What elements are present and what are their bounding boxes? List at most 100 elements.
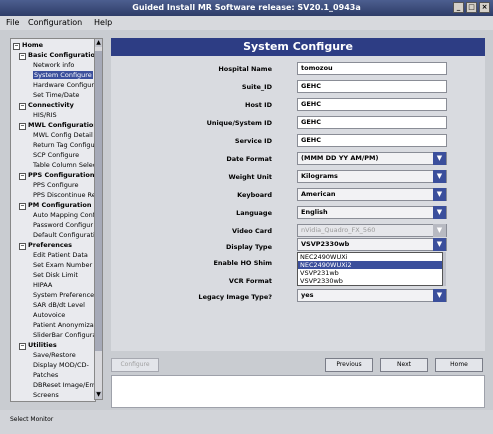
tree-item[interactable]: MWL Config Detail <box>25 130 93 140</box>
status-bar: Select Monitor <box>0 410 493 434</box>
host-id-field[interactable]: GEHC <box>297 98 447 111</box>
window-controls: _ □ × <box>453 2 490 13</box>
tree-item-label: Connectivity <box>28 101 74 109</box>
dropdown-option[interactable]: VSVP2330wb <box>298 277 442 285</box>
tree-item[interactable]: Auto Mapping Conf <box>25 210 95 220</box>
menu-configuration[interactable]: Configuration <box>28 17 82 29</box>
collapse-icon[interactable]: − <box>19 173 26 180</box>
chevron-down-icon[interactable]: ▼ <box>433 170 446 183</box>
unique-system-id-field[interactable]: GEHC <box>297 116 447 129</box>
legacy-image-type-label: Legacy Image Type? <box>198 293 272 301</box>
close-icon[interactable]: × <box>479 2 490 13</box>
collapse-icon[interactable]: − <box>19 203 26 210</box>
weight-unit-select[interactable]: Kilograms <box>297 170 447 183</box>
language-select[interactable]: English <box>297 206 447 219</box>
tree-item[interactable]: Table Column Selec <box>25 160 96 170</box>
tree-category[interactable]: − Preferences <box>19 240 72 250</box>
scroll-up-icon[interactable]: ▲ <box>95 39 102 47</box>
tree-category[interactable]: − Basic Configuration <box>19 50 95 60</box>
chevron-down-icon[interactable]: ▼ <box>433 238 446 251</box>
tree-item[interactable]: PPS Configure <box>25 180 79 190</box>
language-label: Language <box>236 209 272 217</box>
collapse-icon[interactable]: − <box>19 343 26 350</box>
scroll-down-icon[interactable]: ▼ <box>95 391 102 399</box>
tree-category[interactable]: − Home <box>13 40 43 50</box>
tree-item[interactable]: Default Configurati <box>25 230 95 240</box>
minimize-icon[interactable]: _ <box>453 2 464 13</box>
display-type-label: Display Type <box>225 243 272 251</box>
dropdown-option[interactable]: NEC2490WUXi <box>298 253 442 261</box>
tree-item[interactable]: Hardware Configure <box>25 80 95 90</box>
tree-item[interactable]: Autovoice <box>25 310 65 320</box>
tree-item[interactable]: Password Configur <box>25 220 93 230</box>
tree-item[interactable]: Network info <box>25 60 74 70</box>
date-format-select[interactable]: (MMM DD YY AM/PM) <box>297 152 447 165</box>
chevron-down-icon[interactable]: ▼ <box>433 206 446 219</box>
chevron-down-icon[interactable]: ▼ <box>433 289 446 302</box>
tree-item-label: Patches <box>33 371 59 379</box>
tree-item[interactable]: Return Tag Configur <box>25 140 96 150</box>
tree-category[interactable]: − MWL Configuration <box>19 120 95 130</box>
tree-item[interactable]: System Preferences <box>25 290 95 300</box>
next-button[interactable]: Next <box>380 358 428 372</box>
chevron-down-icon[interactable]: ▼ <box>433 152 446 165</box>
tree-item[interactable]: Save/Restore <box>25 350 76 360</box>
hospital-name-field[interactable]: tomozou <box>297 62 447 75</box>
home-button[interactable]: Home <box>435 358 483 372</box>
collapse-icon[interactable]: − <box>19 123 26 130</box>
tree-category[interactable]: − PM Configuration <box>19 200 91 210</box>
dropdown-scrollbar[interactable] <box>443 252 446 286</box>
tree-item-label: System Configure <box>33 71 93 79</box>
maximize-icon[interactable]: □ <box>466 2 477 13</box>
tree-item-label: Set Time/Date <box>33 91 80 99</box>
dropdown-option[interactable]: VSVP231wb <box>298 269 442 277</box>
tree-item[interactable]: Display MOD/CD- <box>25 360 89 370</box>
suite-id-field[interactable]: GEHC <box>297 80 447 93</box>
dropdown-option[interactable]: NEC2490WUXi2 <box>298 261 442 269</box>
tree-item[interactable]: Edit Patient Data <box>25 250 88 260</box>
tree-item-label: Utilities <box>28 341 57 349</box>
display-type-options: NEC2490WUXi NEC2490WUXi2 VSVP231wb VSVP2330… <box>297 252 443 286</box>
tree-item[interactable]: SCP Configure <box>25 150 79 160</box>
tree-item-label: HIPAA <box>33 281 53 289</box>
window-title-bar: Guided Install MR Software release: SV20… <box>0 0 493 16</box>
tree-category[interactable]: − Connectivity <box>19 100 74 110</box>
keyboard-select[interactable]: American <box>297 188 447 201</box>
tree-item[interactable]: SliderBar Configura <box>25 330 96 340</box>
service-id-field[interactable]: GEHC <box>297 134 447 147</box>
tree-category[interactable]: − Utilities <box>19 340 57 350</box>
tree-category[interactable]: − PPS Configuration <box>19 170 94 180</box>
hospital-name-label: Hospital Name <box>218 65 272 73</box>
tree-item-label: SliderBar Configura <box>33 331 96 339</box>
legacy-image-type-select[interactable]: yes <box>297 289 447 302</box>
tree-item-label: Save/Restore <box>33 351 76 359</box>
previous-button[interactable]: Previous <box>325 358 373 372</box>
tree-item[interactable]: PPS Discontinue Re <box>25 190 95 200</box>
tree-item[interactable]: Screens <box>25 390 59 400</box>
collapse-icon[interactable]: − <box>19 243 26 250</box>
suite-id-label: Suite_ID <box>241 83 272 91</box>
tree-item[interactable]: SAR dB/dt Level <box>25 300 85 310</box>
tree-item[interactable]: Patches <box>25 370 58 380</box>
tree-item[interactable]: System Configure <box>25 70 93 80</box>
video-card-select: nVidia_Quadro_FX_560 <box>297 224 447 237</box>
menu-file[interactable]: File <box>6 17 19 29</box>
tree-item[interactable]: DBReset Image/Err <box>25 380 95 390</box>
chevron-down-icon[interactable]: ▼ <box>433 188 446 201</box>
collapse-icon[interactable]: − <box>19 53 26 60</box>
tree-item[interactable]: Set Disk Limit <box>25 270 78 280</box>
collapse-icon[interactable]: − <box>19 103 26 110</box>
tree-item[interactable]: HIS/RIS <box>25 110 57 120</box>
scroll-thumb[interactable] <box>95 51 102 351</box>
tree-item-label: Return Tag Configur <box>33 141 96 149</box>
tree-item[interactable]: Patient Anonymizat <box>25 320 95 330</box>
collapse-icon[interactable]: − <box>13 43 20 50</box>
tree-scrollbar[interactable]: ▲ ▼ <box>94 38 103 400</box>
menu-help[interactable]: Help <box>94 17 112 29</box>
tree-item-label: Edit Patient Data <box>33 251 88 259</box>
tree-item[interactable]: Set Time/Date <box>25 90 79 100</box>
display-type-select[interactable]: VSVP2330wb <box>297 238 447 251</box>
tree-item[interactable]: Set Exam Number <box>25 260 92 270</box>
tree-item-label: Table Column Selec <box>33 161 96 169</box>
tree-item[interactable]: HIPAA <box>25 280 52 290</box>
